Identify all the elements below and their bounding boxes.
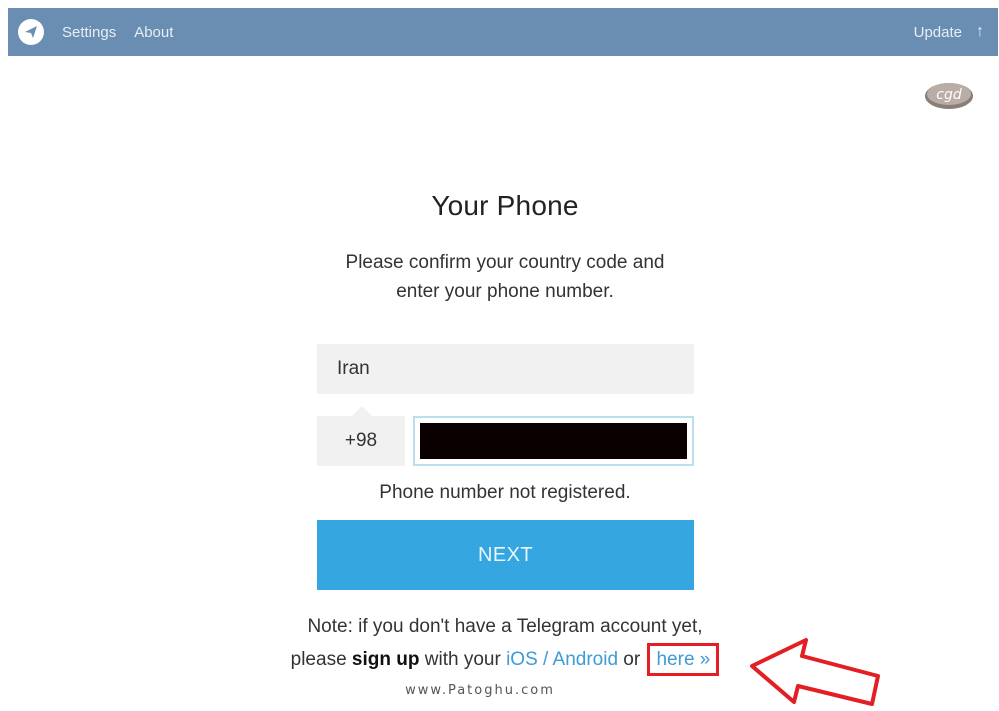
note-or: or xyxy=(618,649,646,670)
here-highlight-box: here » xyxy=(647,643,720,676)
error-message: Phone number not registered. xyxy=(379,482,631,503)
watermark: www.Patoghu.com xyxy=(405,683,555,698)
sign-up-text: sign up xyxy=(351,649,420,670)
note-please: please xyxy=(290,649,352,670)
phone-number-input[interactable] xyxy=(413,416,694,466)
page-title: Your Phone xyxy=(431,190,579,221)
redacted-phone-number xyxy=(420,423,687,459)
red-pointer-arrow-icon xyxy=(750,638,880,706)
country-select[interactable]: Iran xyxy=(317,344,694,394)
page-subtitle: Please confirm your country code and ent… xyxy=(0,248,999,306)
here-link[interactable]: here » xyxy=(656,649,710,670)
subtitle-line-1: Please confirm your country code and xyxy=(345,252,665,273)
subtitle-line-2: enter your phone number. xyxy=(396,281,614,302)
country-code-notch xyxy=(352,406,372,416)
next-button[interactable]: NEXT xyxy=(317,520,694,590)
country-code-field[interactable]: +98 xyxy=(317,416,405,466)
note-with-your: with your xyxy=(419,649,507,670)
login-panel: Your Phone Please confirm your country c… xyxy=(0,0,999,711)
ios-android-link[interactable]: iOS / Android xyxy=(506,649,618,670)
